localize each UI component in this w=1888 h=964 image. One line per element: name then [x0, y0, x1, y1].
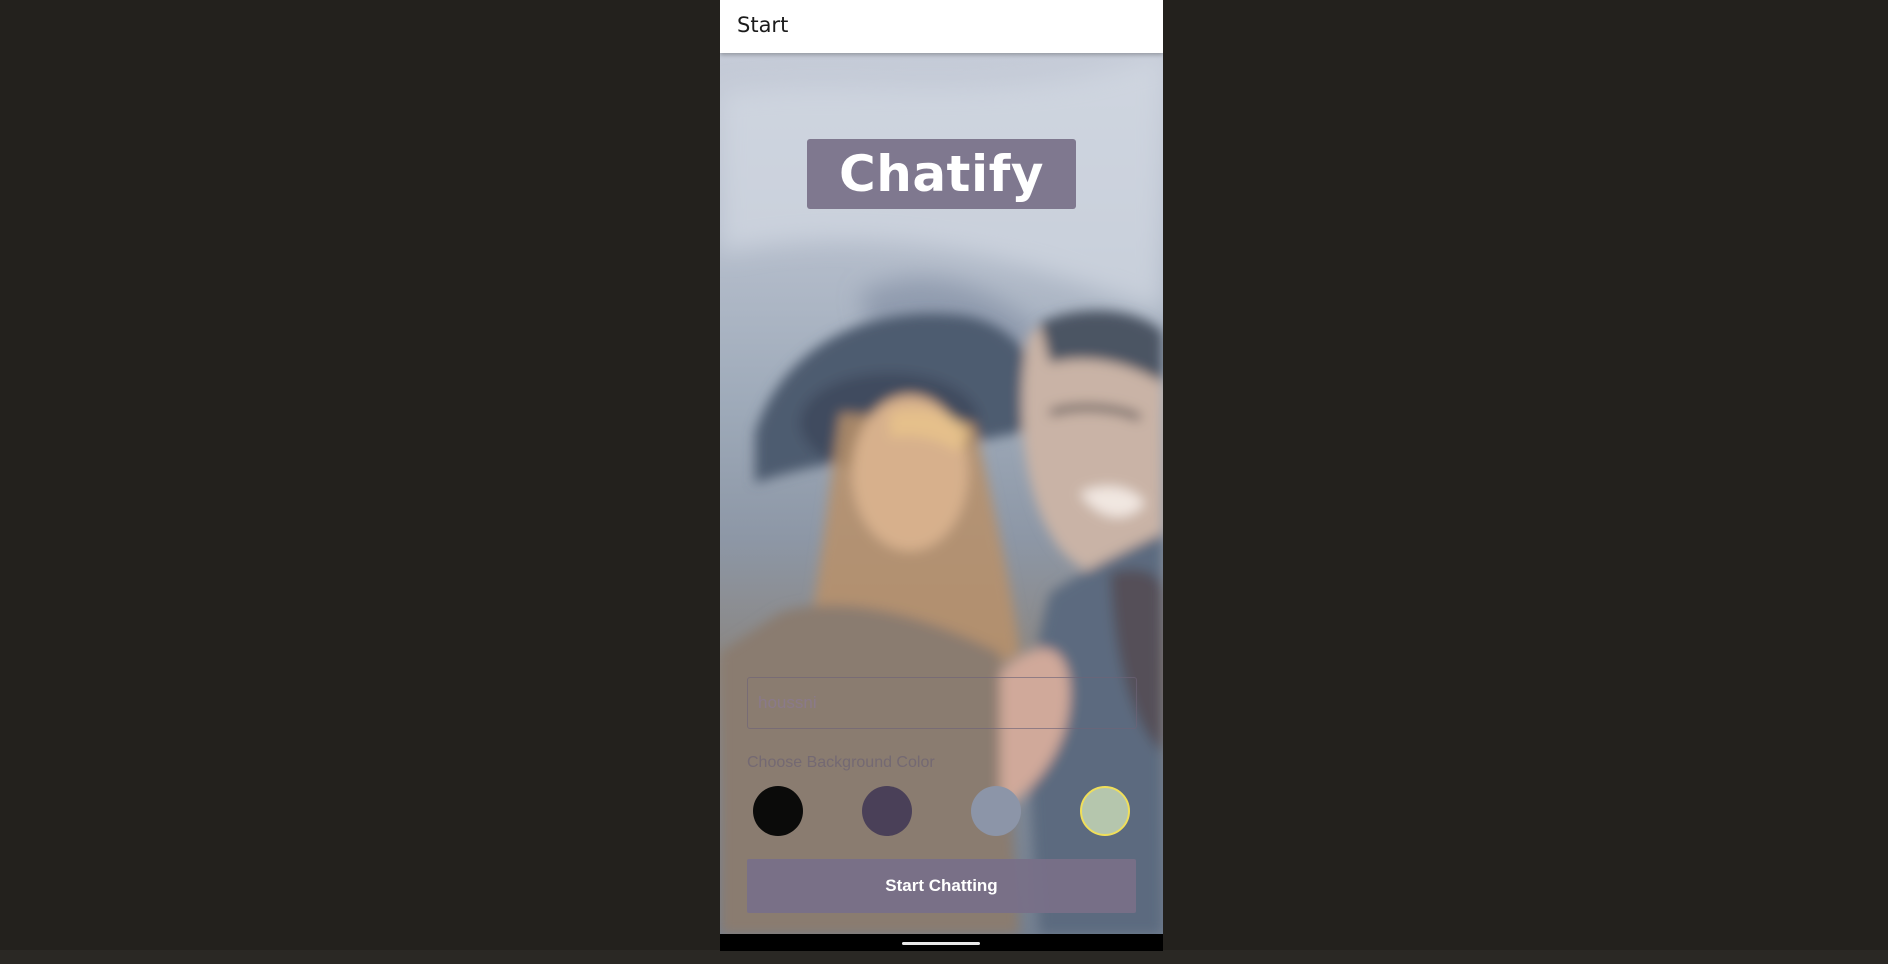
color-swatch-slate-gray[interactable] — [971, 786, 1021, 836]
color-swatch-black[interactable] — [753, 786, 803, 836]
home-gesture-handle[interactable] — [902, 942, 980, 945]
system-navigation-bar — [720, 934, 1163, 951]
color-swatch-dark-purple[interactable] — [862, 786, 912, 836]
desktop-bottom-strip — [0, 950, 1888, 964]
start-chatting-button[interactable]: Start Chatting — [747, 859, 1136, 913]
app-title-banner: Chatify — [807, 139, 1076, 209]
background-color-label: Choose Background Color — [747, 754, 935, 771]
app-bar: Start — [720, 0, 1163, 53]
username-input[interactable] — [747, 677, 1137, 729]
color-swatch-sage-green[interactable] — [1080, 786, 1130, 836]
phone-screen: Start Chatify houssni Choose Background … — [720, 0, 1163, 951]
app-title: Chatify — [839, 145, 1044, 203]
app-bar-title: Start — [737, 13, 789, 37]
